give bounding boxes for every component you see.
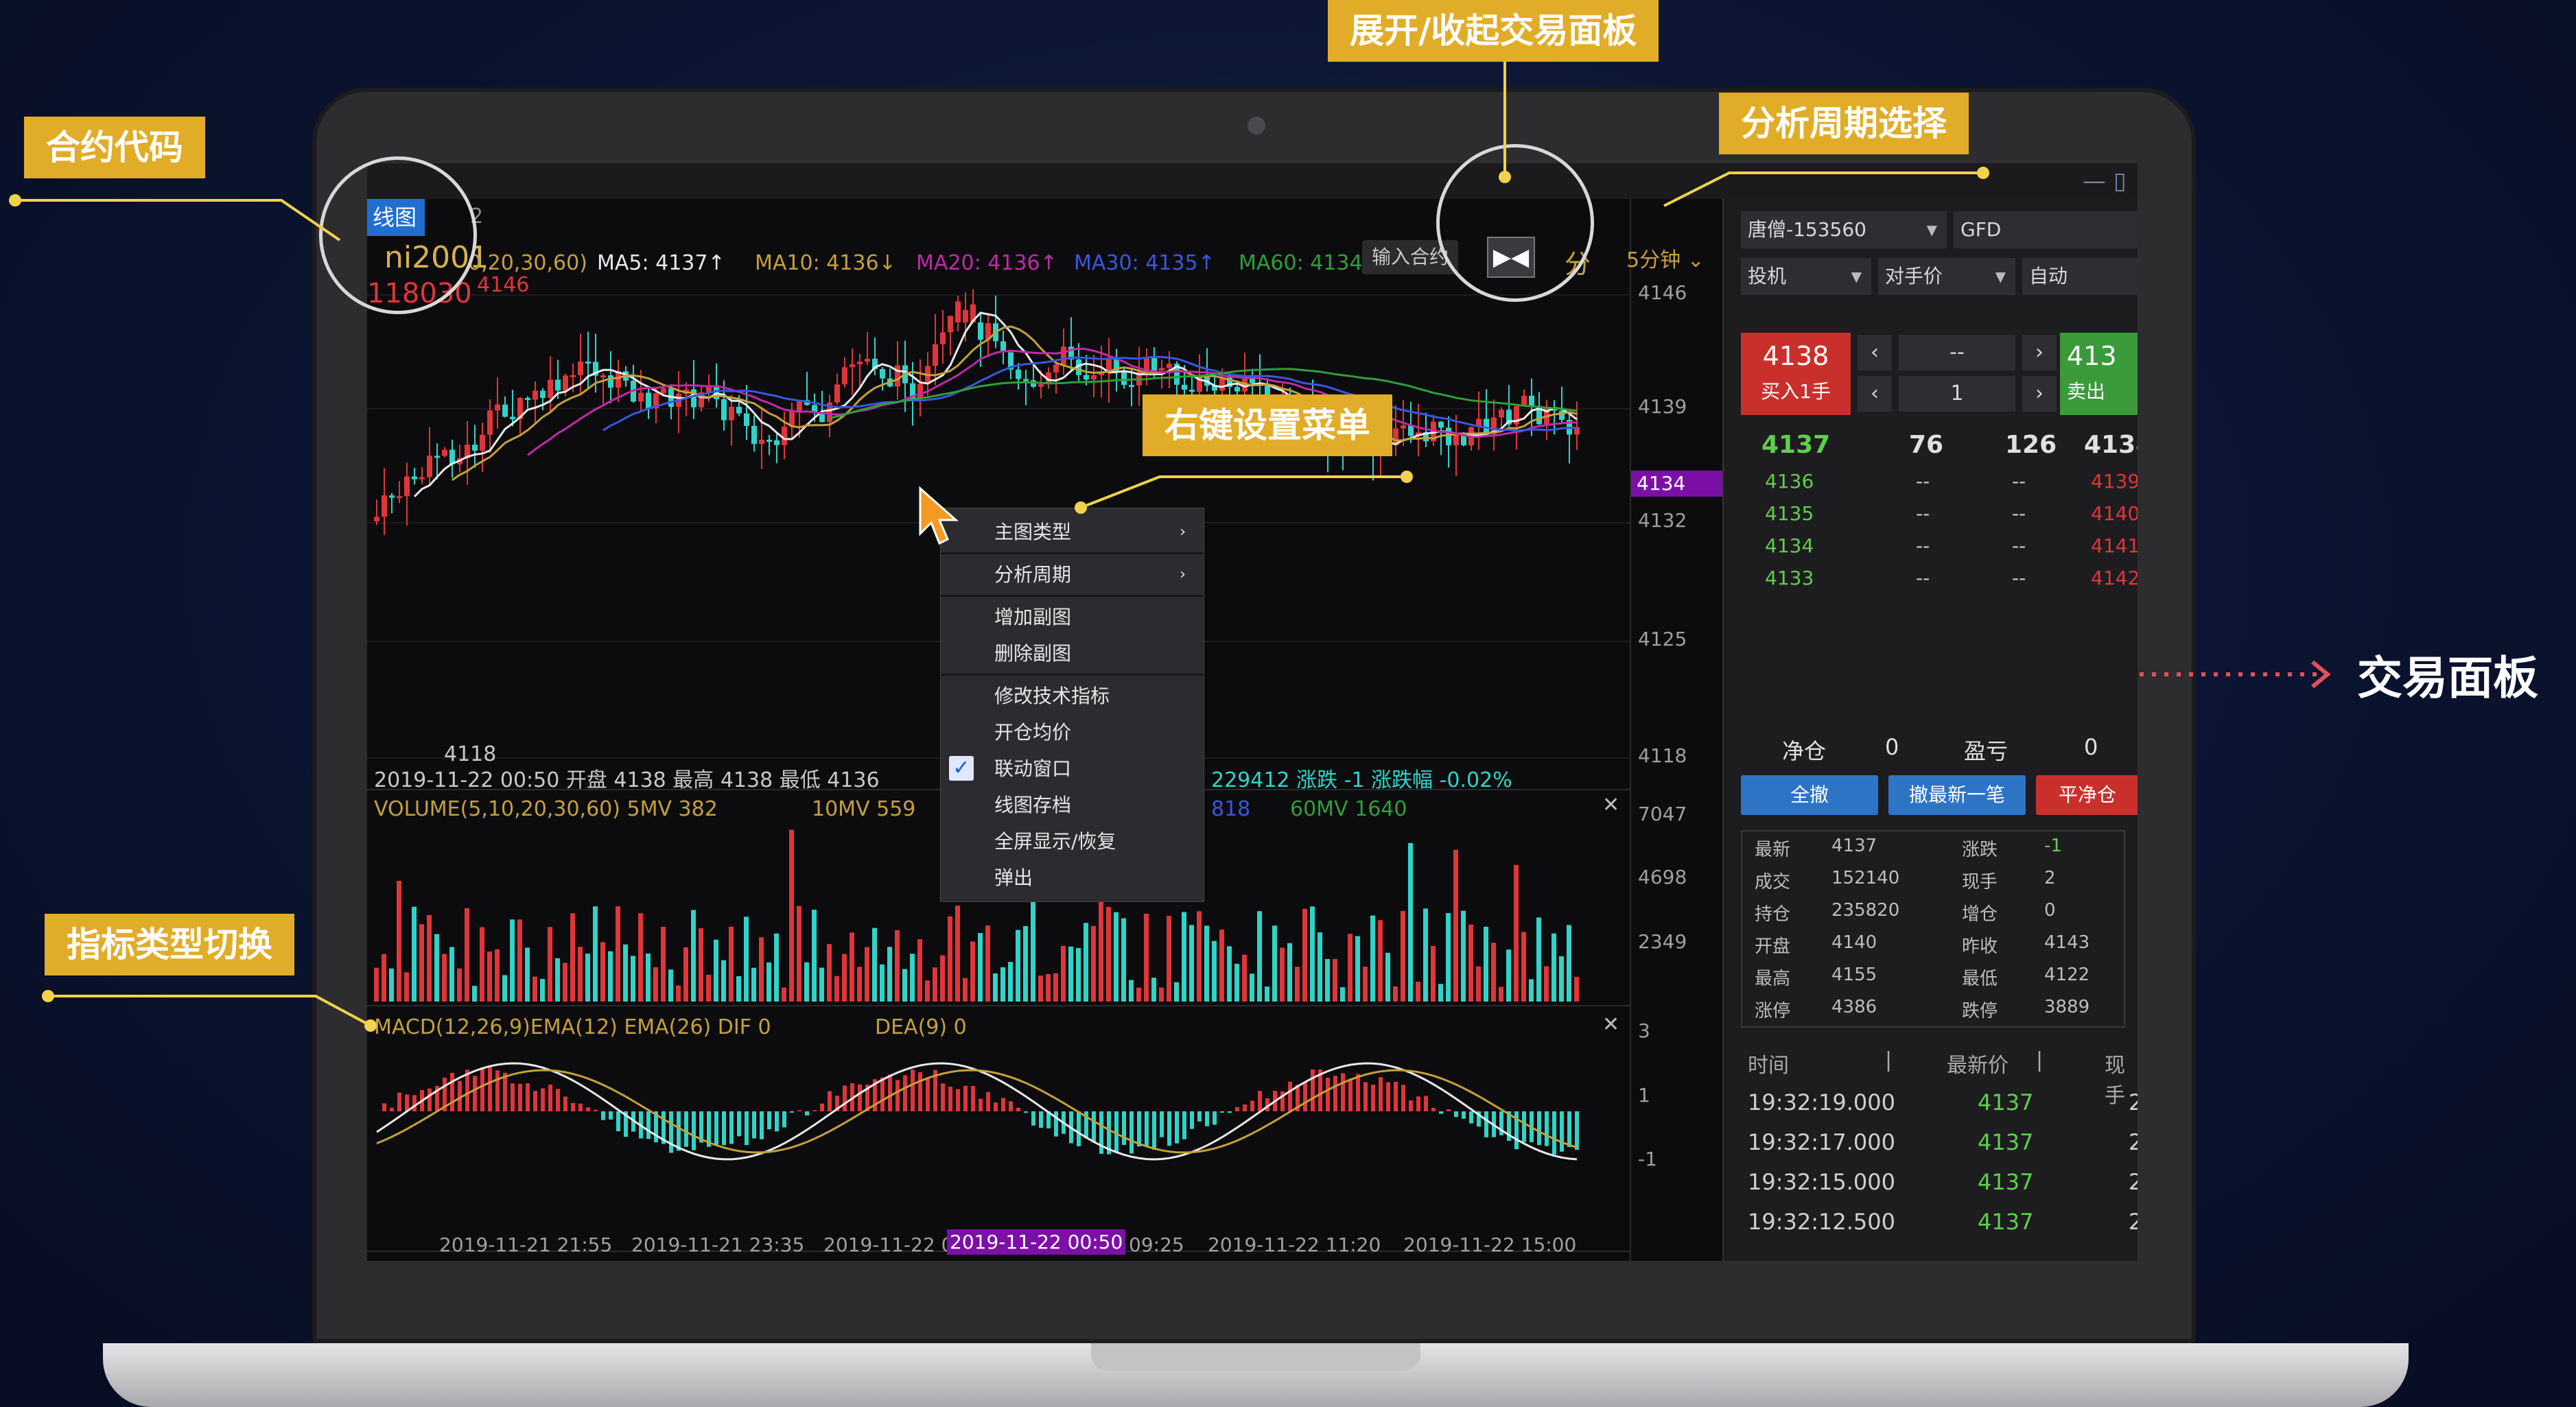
callout-leader-lines: [9, 62, 2331, 1032]
